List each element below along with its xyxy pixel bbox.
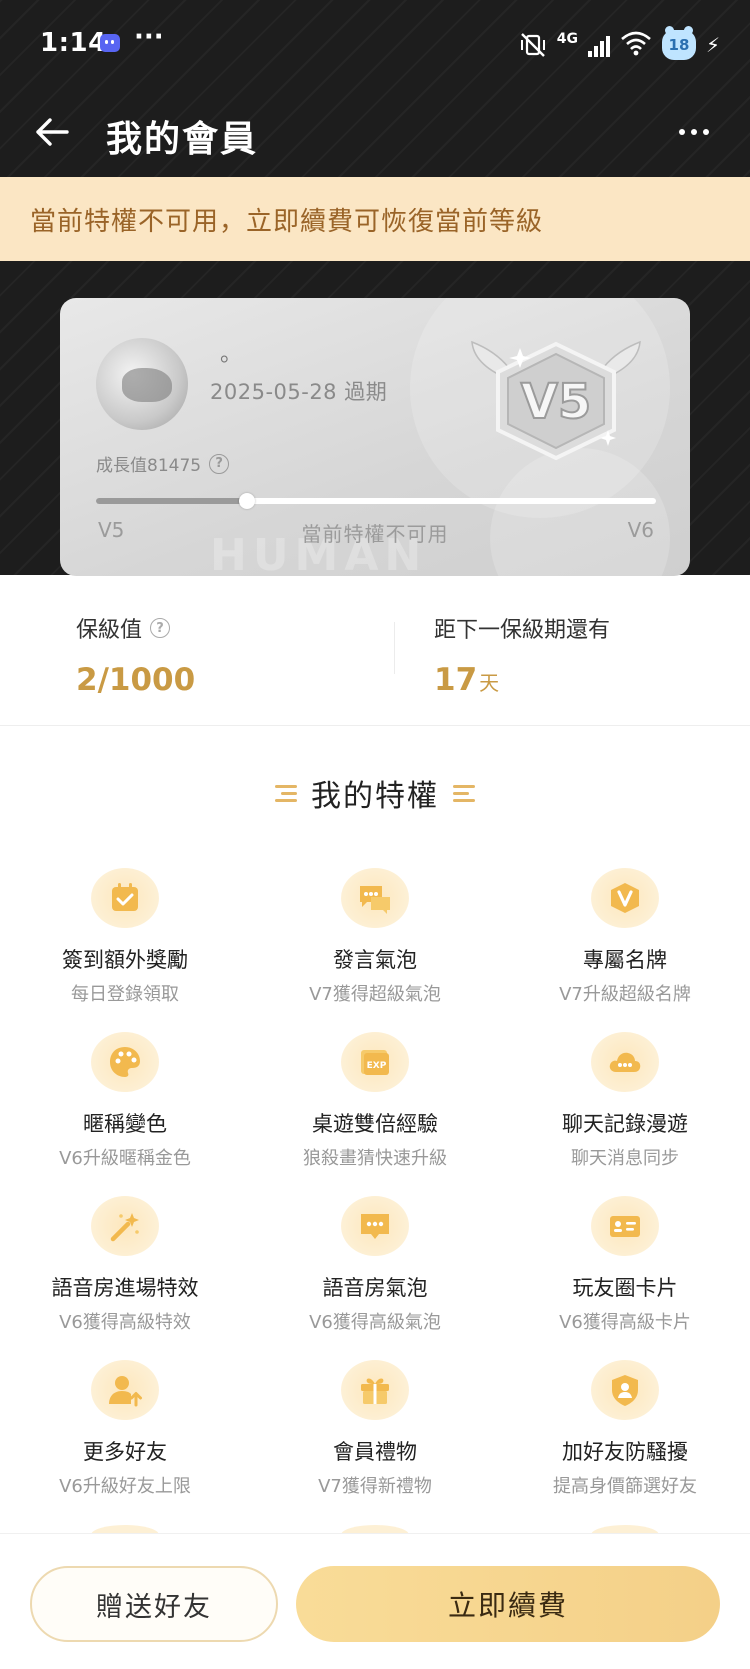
- status-time: 1:14: [40, 28, 107, 58]
- svg-text:EXP: EXP: [367, 1061, 387, 1071]
- growth-progress-fill: [96, 498, 248, 504]
- keep-level-label: 保級值: [76, 618, 143, 643]
- renew-notice-banner[interactable]: 當前特權不可用，立即續費可恢復當前等級: [0, 177, 750, 261]
- remaining-days-stat: 距下一保級期還有 17 天: [434, 612, 610, 698]
- notice-text: 當前特權不可用，立即續費可恢復當前等級: [30, 206, 544, 237]
- message-bubble-icon: [341, 1196, 409, 1256]
- gift-icon: [341, 1360, 409, 1420]
- privilege-checkin-bonus[interactable]: 簽到額外獎勵 每日登錄領取: [0, 868, 250, 1006]
- wifi-icon: [620, 30, 652, 60]
- privilege-double-exp[interactable]: EXP 桌遊雙倍經驗 狼殺畫猜快速升級: [250, 1032, 500, 1170]
- membership-expiry: 2025-05-28 過期: [210, 380, 388, 404]
- privilege-chat-bubble[interactable]: 發言氣泡 V7獲得超級氣泡: [250, 868, 500, 1006]
- remaining-days-label: 距下一保級期還有: [434, 618, 611, 643]
- more-dot-icon: [679, 129, 685, 135]
- gift-to-friend-button[interactable]: 贈送好友: [30, 1566, 278, 1642]
- battery-icon: 18: [661, 26, 696, 60]
- growth-progress-knob: [239, 493, 256, 509]
- status-bar: 1:14 ··· 4G 18 ⚡: [0, 0, 750, 90]
- section-separator: [0, 725, 750, 726]
- privilege-friend-circle-card[interactable]: 玩友圈卡片 V6獲得高級卡片: [500, 1196, 750, 1334]
- avatar[interactable]: [96, 338, 188, 430]
- help-icon[interactable]: ?: [150, 618, 171, 638]
- help-icon[interactable]: ?: [209, 453, 230, 474]
- member-name: 。: [220, 342, 243, 367]
- id-card-icon: [591, 1196, 659, 1256]
- exp-card-icon: EXP: [341, 1032, 409, 1092]
- growth-value: 成長值81475 ?: [96, 451, 230, 476]
- bottom-action-bar: 贈送好友 立即續費: [0, 1533, 750, 1669]
- more-notifications-icon: ···: [134, 22, 164, 52]
- signal-icon: [587, 33, 610, 57]
- privilege-entrance-effect[interactable]: 語音房進場特效 V6獲得高級特效: [0, 1196, 250, 1334]
- privilege-member-gift[interactable]: 會員禮物 V7獲得新禮物: [250, 1360, 500, 1498]
- keep-level-stat: 保級值 ? 2/1000: [76, 612, 195, 698]
- stat-divider: [394, 622, 395, 674]
- level-badge-icon: V5: [471, 340, 641, 461]
- title-decoration-icon: [453, 784, 475, 802]
- network-type: 4G: [556, 31, 578, 47]
- stats-row: 保級值 ? 2/1000 距下一保級期還有 17 天: [0, 596, 750, 726]
- remaining-days-value: 17: [434, 662, 478, 698]
- more-options-button[interactable]: [666, 108, 722, 156]
- keep-level-value: 2/1000: [76, 662, 196, 698]
- charging-icon: ⚡: [705, 33, 720, 57]
- privilege-nickname-color[interactable]: 暱稱變色 V6升級暱稱金色: [0, 1032, 250, 1170]
- renew-now-button[interactable]: 立即續費: [296, 1566, 720, 1642]
- cloud-chat-icon: [591, 1032, 659, 1092]
- palette-icon: [91, 1032, 159, 1092]
- privileges-header: 我的特權: [0, 768, 750, 818]
- privileges-grid: 簽到額外獎勵 每日登錄領取 發言氣泡 V7獲得超級氣泡 專屬名牌 V7升級超級名…: [0, 868, 750, 1498]
- title-decoration-icon: [275, 784, 297, 802]
- next-level-label: V6: [627, 518, 654, 542]
- shield-user-icon: [591, 1360, 659, 1420]
- magic-wand-icon: [91, 1196, 159, 1256]
- calendar-check-icon: [91, 868, 159, 928]
- privilege-anti-harassment[interactable]: 加好友防騷擾 提高身價篩選好友: [500, 1360, 750, 1498]
- app-bar: 我的會員: [0, 90, 750, 176]
- privilege-chat-roaming[interactable]: 聊天記錄漫遊 聊天消息同步: [500, 1032, 750, 1170]
- member-card: HUMAN 。 2025-05-28 過期 成長值81475 ? V5 V5 當…: [60, 298, 690, 576]
- remaining-days-unit: 天: [479, 671, 500, 695]
- privilege-status-text: 當前特權不可用: [301, 522, 449, 546]
- privilege-more-friends[interactable]: 更多好友 V6升級好友上限: [0, 1360, 250, 1498]
- growth-progress-bar: [96, 493, 656, 509]
- privilege-name-plate[interactable]: 專屬名牌 V7升級超級名牌: [500, 868, 750, 1006]
- privileges-title: 我的特權: [311, 779, 439, 814]
- page-title: 我的會員: [106, 119, 259, 160]
- privilege-voice-room-bubble[interactable]: 語音房氣泡 V6獲得高級氣泡: [250, 1196, 500, 1334]
- user-up-icon: [91, 1360, 159, 1420]
- chat-bubbles-icon: [341, 868, 409, 928]
- vibrate-off-icon: [519, 32, 547, 58]
- v-shield-icon: [591, 868, 659, 928]
- svg-text:V5: V5: [521, 374, 592, 430]
- back-arrow-icon: [36, 118, 69, 146]
- discord-notification-icon: [100, 34, 120, 52]
- status-icons: 4G 18 ⚡: [519, 26, 720, 62]
- back-button[interactable]: [28, 108, 76, 156]
